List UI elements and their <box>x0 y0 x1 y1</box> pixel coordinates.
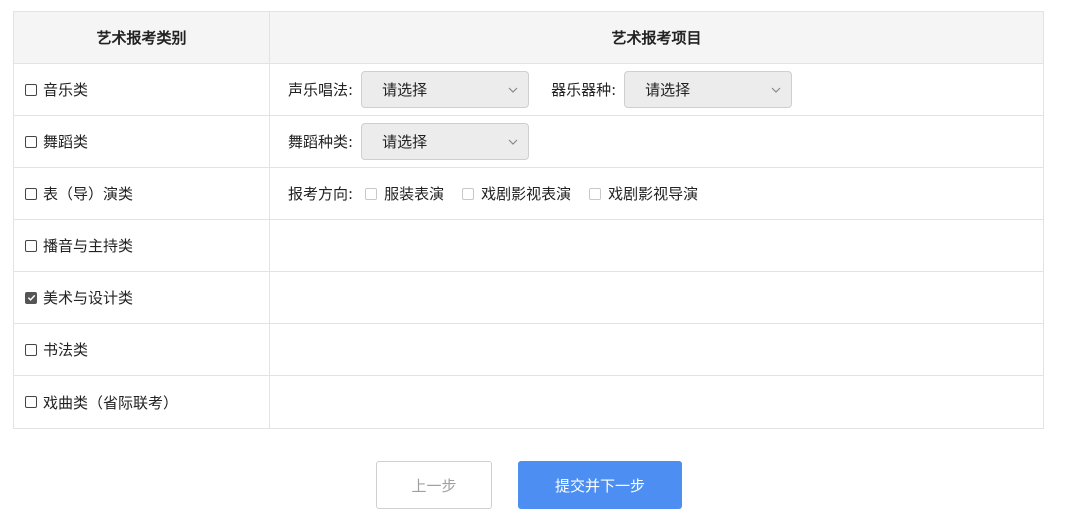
header-project: 艺术报考项目 <box>611 29 702 47</box>
category-cell-dance: 舞蹈类 <box>14 116 270 167</box>
vocal-style-label: 声乐唱法: <box>288 81 354 99</box>
art-category-table: 艺术报考类别 艺术报考项目 音乐类 声乐唱法: 请选择 器乐器种: 请选择 舞蹈… <box>13 11 1044 429</box>
category-checkbox-fine-arts[interactable] <box>25 291 37 304</box>
category-cell-fine-arts: 美术与设计类 <box>14 272 270 323</box>
direction-option-label: 服装表演 <box>384 185 445 203</box>
table-row-broadcasting: 播音与主持类 <box>14 220 1043 272</box>
direction-checkbox-acting[interactable] <box>462 187 475 200</box>
previous-step-button[interactable]: 上一步 <box>376 461 492 509</box>
category-cell-opera: 戏曲类（省际联考） <box>14 376 270 428</box>
project-cell-performance: 报考方向: 服装表演 戏剧影视表演 戏剧影视导演 <box>270 168 1043 219</box>
table-row-opera: 戏曲类（省际联考） <box>14 376 1043 428</box>
category-label-dance: 舞蹈类 <box>43 133 89 151</box>
category-cell-calligraphy: 书法类 <box>14 324 270 375</box>
category-checkbox-dance[interactable] <box>25 135 37 148</box>
direction-option-label: 戏剧影视表演 <box>481 185 572 203</box>
header-category: 艺术报考类别 <box>14 12 270 63</box>
table-row-performance: 表（导）演类 报考方向: 服装表演 戏剧影视表演 戏剧影视导演 <box>14 168 1043 220</box>
direction-checkbox-directing[interactable] <box>589 187 602 200</box>
chevron-down-icon <box>771 85 781 95</box>
category-checkbox-opera[interactable] <box>25 396 37 408</box>
submit-next-step-button[interactable]: 提交并下一步 <box>518 461 682 509</box>
instrument-type-select-value: 请选择 <box>645 81 691 99</box>
project-cell-calligraphy <box>270 324 1043 375</box>
category-cell-music: 音乐类 <box>14 64 270 115</box>
vocal-style-select[interactable]: 请选择 <box>361 71 530 108</box>
table-header-row: 艺术报考类别 艺术报考项目 <box>14 12 1043 64</box>
category-cell-performance: 表（导）演类 <box>14 168 270 219</box>
direction-label: 报考方向: <box>288 185 354 203</box>
table-row-calligraphy: 书法类 <box>14 324 1043 376</box>
project-cell-music: 声乐唱法: 请选择 器乐器种: 请选择 <box>270 64 1043 115</box>
instrument-type-select[interactable]: 请选择 <box>624 71 793 108</box>
category-label-calligraphy: 书法类 <box>43 341 89 359</box>
dance-type-select-value: 请选择 <box>382 133 428 151</box>
dance-type-label: 舞蹈种类: <box>288 133 354 151</box>
direction-option-fashion[interactable]: 服装表演 <box>361 183 444 204</box>
chevron-down-icon <box>508 85 518 95</box>
direction-option-acting[interactable]: 戏剧影视表演 <box>458 183 571 204</box>
dance-type-select[interactable]: 请选择 <box>361 123 530 160</box>
category-label-fine-arts: 美术与设计类 <box>43 289 134 307</box>
category-label-broadcasting: 播音与主持类 <box>43 237 134 255</box>
checkmark-icon <box>27 294 35 301</box>
direction-option-directing[interactable]: 戏剧影视导演 <box>585 183 698 204</box>
direction-checkbox-fashion[interactable] <box>365 187 378 200</box>
category-checkbox-calligraphy[interactable] <box>25 343 37 356</box>
chevron-down-icon <box>508 137 518 147</box>
table-row-fine-arts: 美术与设计类 <box>14 272 1043 324</box>
category-label-opera: 戏曲类（省际联考） <box>43 393 179 412</box>
category-label-performance: 表（导）演类 <box>43 185 134 203</box>
vocal-style-select-value: 请选择 <box>382 81 428 99</box>
category-label-music: 音乐类 <box>43 81 89 99</box>
category-cell-broadcasting: 播音与主持类 <box>14 220 270 271</box>
table-row-music: 音乐类 声乐唱法: 请选择 器乐器种: 请选择 <box>14 64 1043 116</box>
project-cell-broadcasting <box>270 220 1043 271</box>
table-row-dance: 舞蹈类 舞蹈种类: 请选择 <box>14 116 1043 168</box>
direction-option-label: 戏剧影视导演 <box>608 185 699 203</box>
category-checkbox-music[interactable] <box>25 83 37 96</box>
instrument-type-label: 器乐器种: <box>551 81 617 99</box>
category-checkbox-broadcasting[interactable] <box>25 239 37 252</box>
project-cell-dance: 舞蹈种类: 请选择 <box>270 116 1043 167</box>
project-cell-fine-arts <box>270 272 1043 323</box>
project-cell-opera <box>270 376 1043 428</box>
category-checkbox-performance[interactable] <box>25 187 37 200</box>
